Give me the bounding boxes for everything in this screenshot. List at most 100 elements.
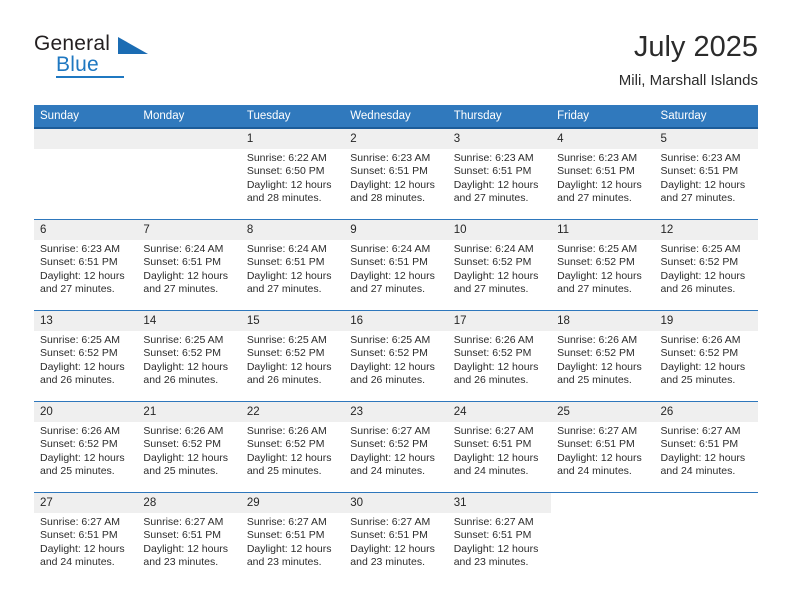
daylight-text: Daylight: 12 hours and 26 minutes. <box>350 360 435 387</box>
day-details: Sunrise: 6:23 AM Sunset: 6:51 PM Daylight:… <box>655 149 758 206</box>
day-details: Sunrise: 6:27 AM Sunset: 6:51 PM Daylight:… <box>655 422 758 479</box>
day-details: Sunrise: 6:23 AM Sunset: 6:51 PM Daylight:… <box>34 240 137 297</box>
sunset-text: Sunset: 6:50 PM <box>246 165 325 178</box>
daylight-text: Daylight: 12 hours and 23 minutes. <box>350 542 435 569</box>
brand-name-blue: Blue <box>56 53 99 76</box>
calendar-day-cell[interactable]: 23 Sunrise: 6:27 AM Sunset: 6:52 PM Dayligh… <box>344 402 448 492</box>
calendar-day-cell[interactable]: 6 Sunrise: 6:23 AM Sunset: 6:51 PM Daylight… <box>34 220 138 310</box>
brand-logo[interactable]: General Blue <box>34 32 164 86</box>
calendar-day-cell[interactable]: 17 Sunrise: 6:26 AM Sunset: 6:52 PM Dayligh… <box>447 311 552 401</box>
day-number <box>137 129 241 149</box>
calendar-day-cell-blank <box>551 493 654 583</box>
sunset-text: Sunset: 6:51 PM <box>557 438 635 451</box>
calendar-week-row: 20 Sunrise: 6:26 AM Sunset: 6:52 PM Dayligh… <box>34 401 758 493</box>
daylight-text: Daylight: 12 hours and 28 minutes. <box>246 178 332 205</box>
calendar-day-cell[interactable]: 21 Sunrise: 6:26 AM Sunset: 6:52 PM Dayligh… <box>137 402 241 492</box>
day-details: Sunrise: 6:27 AM Sunset: 6:51 PM Daylight:… <box>344 513 447 570</box>
sunrise-text: Sunrise: 6:25 AM <box>350 334 431 346</box>
calendar-day-cell[interactable]: 19 Sunrise: 6:26 AM Sunset: 6:52 PM Dayligh… <box>654 311 758 401</box>
calendar-day-cell[interactable]: 16 Sunrise: 6:25 AM Sunset: 6:52 PM Dayligh… <box>344 311 448 401</box>
day-details: Sunrise: 6:25 AM Sunset: 6:52 PM Daylight:… <box>241 331 344 388</box>
daylight-text: Daylight: 12 hours and 24 minutes. <box>453 451 539 478</box>
sunrise-text: Sunrise: 6:27 AM <box>660 425 741 437</box>
calendar-day-cell[interactable]: 2 Sunrise: 6:23 AM Sunset: 6:51 PM Daylight… <box>344 129 448 219</box>
calendar-day-cell[interactable]: 18 Sunrise: 6:26 AM Sunset: 6:52 PM Dayligh… <box>551 311 655 401</box>
title-block: July 2025 Mili, Marshall Islands <box>619 30 758 90</box>
calendar-day-cell[interactable]: 24 Sunrise: 6:27 AM Sunset: 6:51 PM Dayligh… <box>447 402 552 492</box>
calendar-day-cell[interactable]: 11 Sunrise: 6:25 AM Sunset: 6:52 PM Dayligh… <box>551 220 655 310</box>
page-title: July 2025 <box>633 31 758 63</box>
calendar-day-cell[interactable]: 8 Sunrise: 6:24 AM Sunset: 6:51 PM Daylight… <box>240 220 345 310</box>
day-details: Sunrise: 6:26 AM Sunset: 6:52 PM Daylight:… <box>34 422 137 479</box>
day-number: 31 <box>447 493 552 513</box>
day-number: 18 <box>551 311 655 331</box>
sunrise-text: Sunrise: 6:25 AM <box>660 243 741 255</box>
daylight-text: Daylight: 12 hours and 25 minutes. <box>557 360 642 387</box>
sunrise-text: Sunrise: 6:27 AM <box>143 516 224 528</box>
sunset-text: Sunset: 6:51 PM <box>350 165 428 178</box>
day-details: Sunrise: 6:24 AM Sunset: 6:51 PM Daylight:… <box>241 240 344 297</box>
day-details: Sunrise: 6:24 AM Sunset: 6:51 PM Daylight:… <box>344 240 447 297</box>
calendar-page: General Blue July 2025 Mili, Marshall Is… <box>0 0 792 612</box>
daylight-text: Daylight: 12 hours and 27 minutes. <box>350 269 435 296</box>
calendar-day-cell[interactable]: 5 Sunrise: 6:23 AM Sunset: 6:51 PM Daylight… <box>654 129 758 219</box>
day-number: 23 <box>344 402 448 422</box>
calendar-day-cell[interactable]: 12 Sunrise: 6:25 AM Sunset: 6:52 PM Dayligh… <box>654 220 758 310</box>
day-number: 11 <box>551 220 655 240</box>
calendar-day-cell[interactable]: 27 Sunrise: 6:27 AM Sunset: 6:51 PM Dayligh… <box>34 493 138 583</box>
day-number: 25 <box>551 402 655 422</box>
daylight-text: Daylight: 12 hours and 28 minutes. <box>350 178 435 205</box>
sunrise-text: Sunrise: 6:26 AM <box>246 425 327 437</box>
daylight-text: Daylight: 12 hours and 26 minutes. <box>660 269 746 296</box>
calendar-day-cell[interactable]: 4 Sunrise: 6:23 AM Sunset: 6:51 PM Daylight… <box>551 129 655 219</box>
sunset-text: Sunset: 6:52 PM <box>143 347 222 360</box>
calendar-day-cell[interactable]: 28 Sunrise: 6:27 AM Sunset: 6:51 PM Dayligh… <box>137 493 241 583</box>
day-number: 17 <box>447 311 552 331</box>
calendar-day-cell[interactable]: 30 Sunrise: 6:27 AM Sunset: 6:51 PM Dayligh… <box>344 493 448 583</box>
triangle-logo-icon <box>118 37 148 54</box>
calendar-header-row: Sunday Monday Tuesday Wednesday Thursday Frid… <box>34 105 758 129</box>
calendar-day-cell[interactable]: 9 Sunrise: 6:24 AM Sunset: 6:51 PM Daylight… <box>344 220 448 310</box>
day-details: Sunrise: 6:27 AM Sunset: 6:51 PM Daylight:… <box>241 513 344 570</box>
day-number: 4 <box>551 129 655 149</box>
sunset-text: Sunset: 6:51 PM <box>453 438 532 451</box>
sunrise-text: Sunrise: 6:25 AM <box>246 334 327 346</box>
sunset-text: Sunset: 6:52 PM <box>453 256 532 269</box>
day-number: 30 <box>344 493 448 513</box>
day-details: Sunrise: 6:25 AM Sunset: 6:52 PM Daylight:… <box>551 240 654 297</box>
calendar-day-cell[interactable]: 31 Sunrise: 6:27 AM Sunset: 6:51 PM Dayligh… <box>447 493 552 583</box>
day-details: Sunrise: 6:25 AM Sunset: 6:52 PM Daylight:… <box>344 331 447 388</box>
daylight-text: Daylight: 12 hours and 23 minutes. <box>143 542 229 569</box>
page-header: General Blue July 2025 Mili, Marshall Is… <box>34 30 758 92</box>
calendar-day-cell[interactable]: 1 Sunrise: 6:22 AM Sunset: 6:50 PM Daylight… <box>240 129 345 219</box>
day-number: 24 <box>447 402 552 422</box>
daylight-text: Daylight: 12 hours and 25 minutes. <box>143 451 229 478</box>
day-number: 3 <box>447 129 552 149</box>
brand-underline <box>56 76 124 78</box>
calendar-day-cell[interactable]: 25 Sunrise: 6:27 AM Sunset: 6:51 PM Dayligh… <box>551 402 655 492</box>
day-number: 22 <box>240 402 345 422</box>
day-details: Sunrise: 6:25 AM Sunset: 6:52 PM Daylight:… <box>655 240 758 297</box>
calendar-day-cell[interactable]: 7 Sunrise: 6:24 AM Sunset: 6:51 PM Daylight… <box>137 220 241 310</box>
sunset-text: Sunset: 6:52 PM <box>453 347 532 360</box>
daylight-text: Daylight: 12 hours and 27 minutes. <box>453 269 539 296</box>
sunrise-text: Sunrise: 6:25 AM <box>557 243 638 255</box>
day-number: 19 <box>654 311 758 331</box>
daylight-text: Daylight: 12 hours and 23 minutes. <box>246 542 332 569</box>
sunset-text: Sunset: 6:51 PM <box>40 256 118 269</box>
calendar-day-cell[interactable]: 15 Sunrise: 6:25 AM Sunset: 6:52 PM Dayligh… <box>240 311 345 401</box>
calendar-day-cell[interactable]: 26 Sunrise: 6:27 AM Sunset: 6:51 PM Dayligh… <box>654 402 758 492</box>
daylight-text: Daylight: 12 hours and 26 minutes. <box>40 360 125 387</box>
day-number: 10 <box>447 220 552 240</box>
calendar-day-cell[interactable]: 13 Sunrise: 6:25 AM Sunset: 6:52 PM Dayligh… <box>34 311 138 401</box>
sunrise-text: Sunrise: 6:26 AM <box>660 334 741 346</box>
sunrise-text: Sunrise: 6:23 AM <box>350 152 431 164</box>
calendar-day-cell[interactable]: 29 Sunrise: 6:27 AM Sunset: 6:51 PM Dayligh… <box>240 493 345 583</box>
calendar-day-cell[interactable]: 22 Sunrise: 6:26 AM Sunset: 6:52 PM Dayligh… <box>240 402 345 492</box>
calendar-day-cell[interactable]: 10 Sunrise: 6:24 AM Sunset: 6:52 PM Dayligh… <box>447 220 552 310</box>
calendar-day-cell[interactable]: 14 Sunrise: 6:25 AM Sunset: 6:52 PM Dayligh… <box>137 311 241 401</box>
sunset-text: Sunset: 6:52 PM <box>246 347 325 360</box>
calendar-day-cell[interactable]: 3 Sunrise: 6:23 AM Sunset: 6:51 PM Daylight… <box>447 129 552 219</box>
day-number <box>34 129 138 149</box>
calendar-day-cell[interactable]: 20 Sunrise: 6:26 AM Sunset: 6:52 PM Dayligh… <box>34 402 138 492</box>
